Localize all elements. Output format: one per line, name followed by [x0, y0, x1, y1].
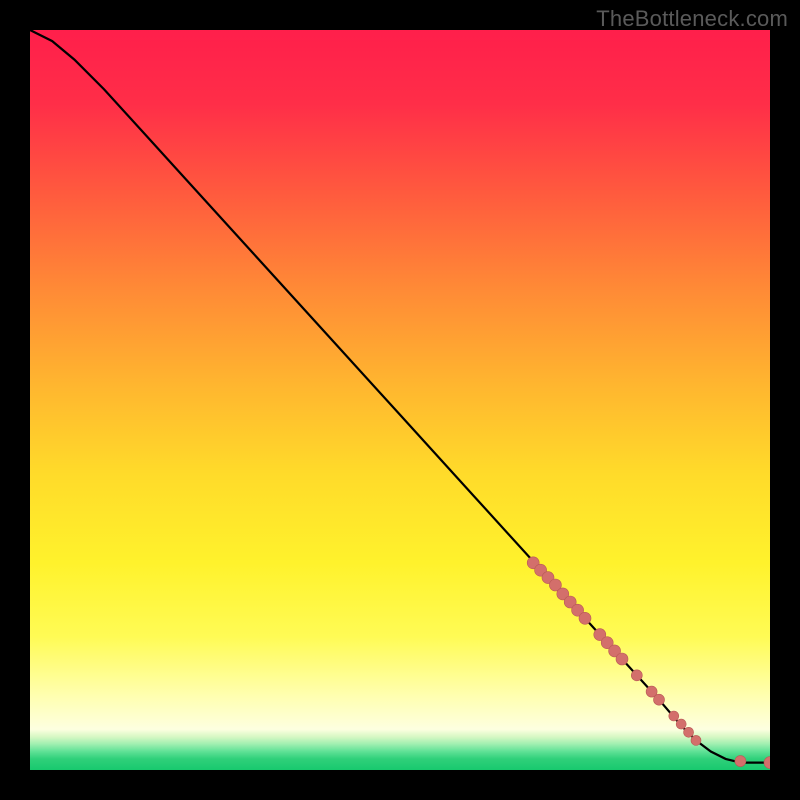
curve-marker — [669, 711, 679, 721]
curve-line — [30, 30, 770, 763]
curve-marker — [735, 756, 746, 767]
curve-marker — [616, 653, 628, 665]
curve-marker — [691, 735, 701, 745]
curve-marker — [764, 757, 770, 769]
chart-stage: TheBottleneck.com — [0, 0, 800, 800]
curve-marker — [631, 670, 642, 681]
marker-group — [527, 557, 770, 769]
watermark-text: TheBottleneck.com — [596, 6, 788, 32]
curve-marker — [676, 719, 686, 729]
curve-marker — [684, 727, 694, 737]
curve-marker — [579, 612, 591, 624]
curve-marker — [654, 694, 665, 705]
chart-overlay — [30, 30, 770, 770]
plot-area — [30, 30, 770, 770]
